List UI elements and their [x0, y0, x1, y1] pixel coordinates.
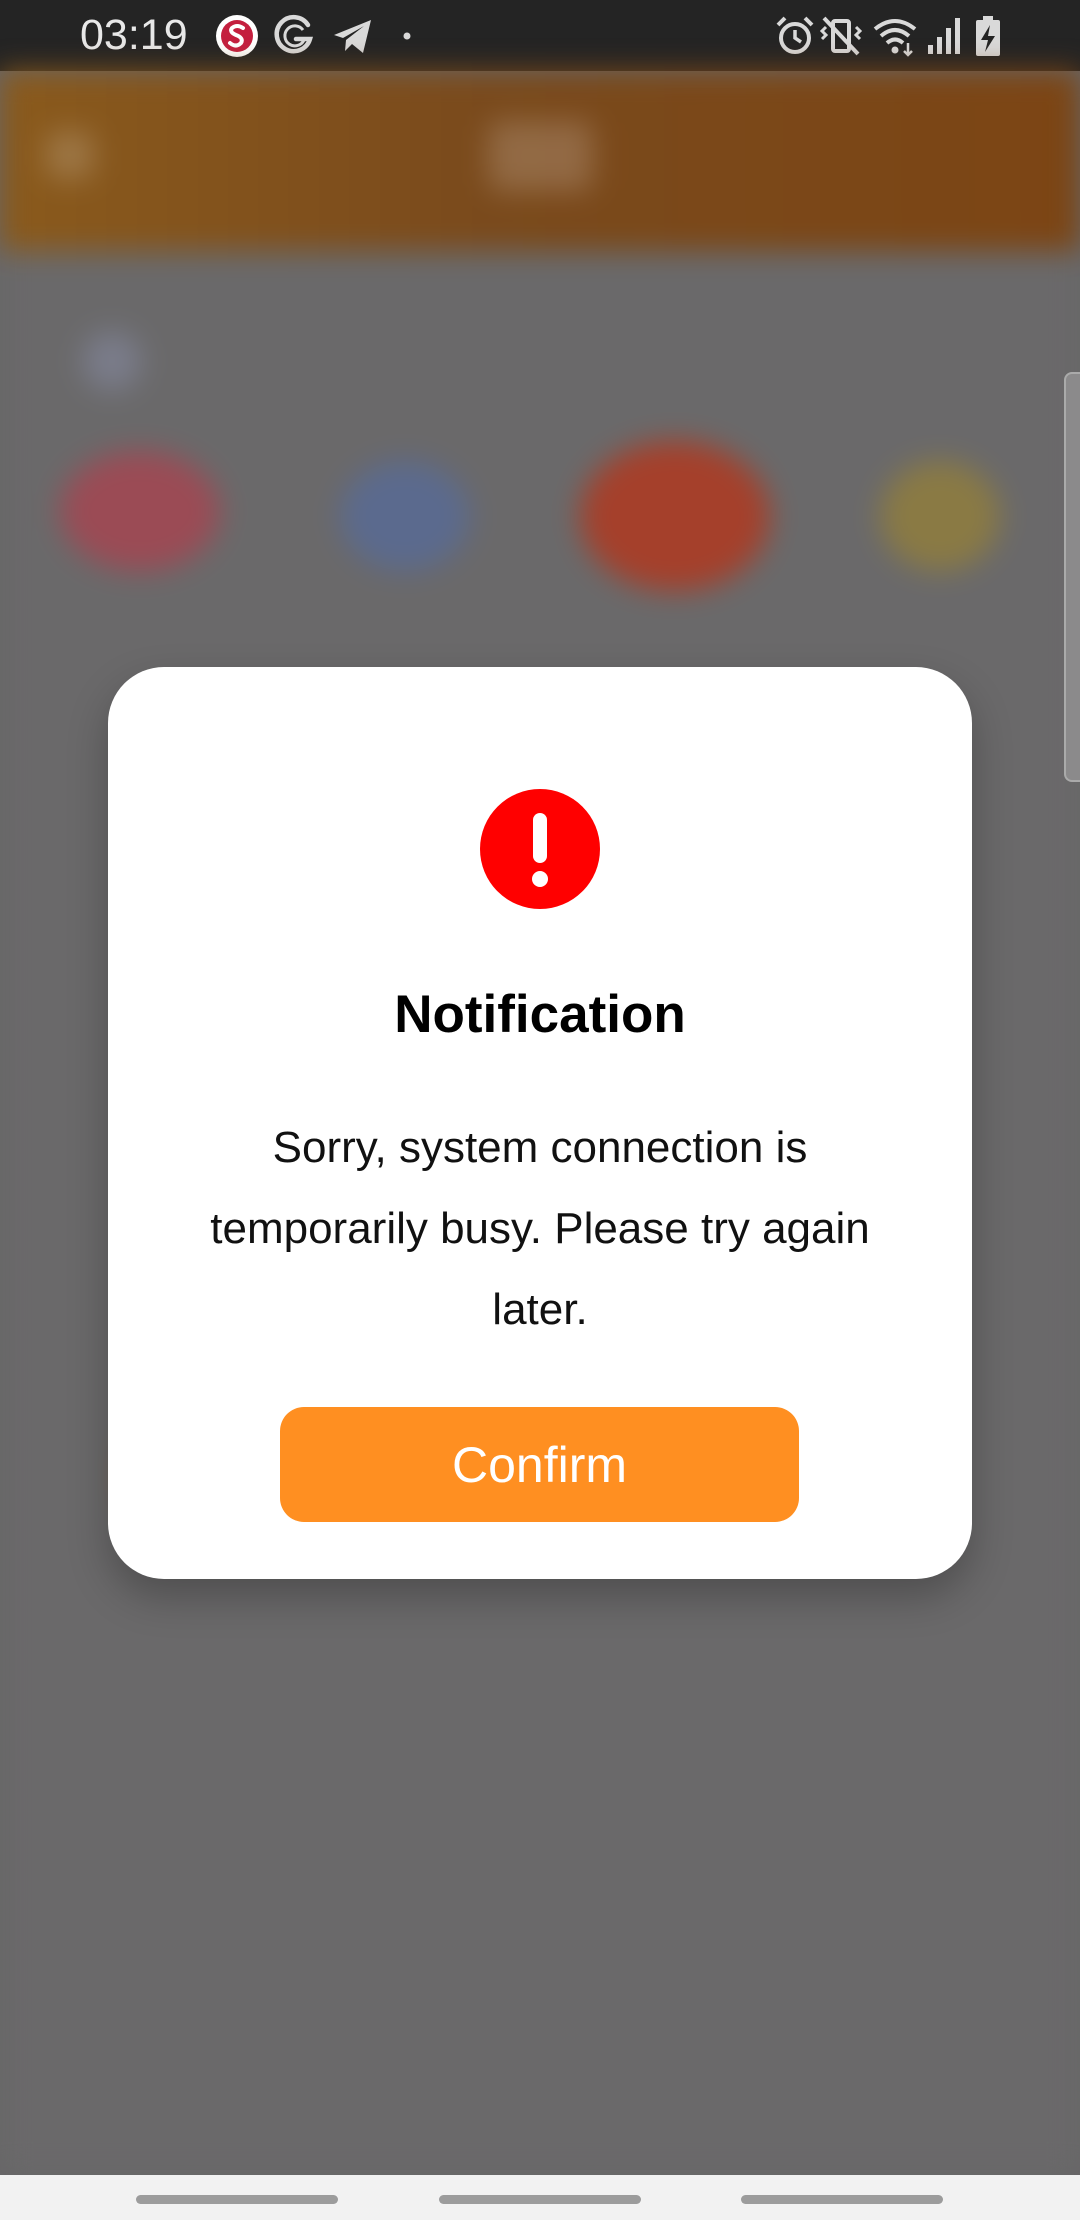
g-logo-icon: [274, 14, 314, 54]
nav-recents-handle[interactable]: [136, 2195, 338, 2204]
battery-charging-icon: [976, 16, 1000, 56]
status-time: 03:19: [80, 11, 188, 59]
confirm-button[interactable]: Confirm: [280, 1407, 799, 1522]
alarm-icon: [776, 16, 814, 54]
dialog-message: Sorry, system connection is temporarily …: [210, 1123, 870, 1334]
dialog-title: Notification: [394, 985, 686, 1044]
signal-icon: [928, 18, 960, 54]
background-category-icon: [880, 461, 1000, 571]
background-category-icon: [340, 461, 470, 571]
background-logo: [488, 121, 593, 191]
alert-exclamation-icon: [480, 789, 600, 909]
background-menu-icon: [46, 131, 94, 179]
background-category-icon: [580, 441, 770, 591]
background-category-icon: [60, 451, 220, 571]
nav-home-handle[interactable]: [439, 2195, 641, 2204]
notification-dialog: Notification Sorry, system connection is…: [108, 667, 972, 1579]
status-bar: 03:19: [0, 0, 1080, 71]
vibrate-mute-icon: [819, 16, 863, 56]
wifi-icon: [873, 19, 917, 57]
more-dot-icon: [403, 32, 411, 40]
shopee-s-icon: [216, 15, 258, 57]
screen: 03:19 Notification Sorry, system connect…: [0, 0, 1080, 2220]
telegram-icon: [334, 20, 371, 53]
navigation-bar: [0, 2175, 1080, 2220]
background-header: [0, 71, 1080, 251]
nav-back-handle[interactable]: [741, 2195, 943, 2204]
scrollbar[interactable]: [1064, 372, 1080, 782]
